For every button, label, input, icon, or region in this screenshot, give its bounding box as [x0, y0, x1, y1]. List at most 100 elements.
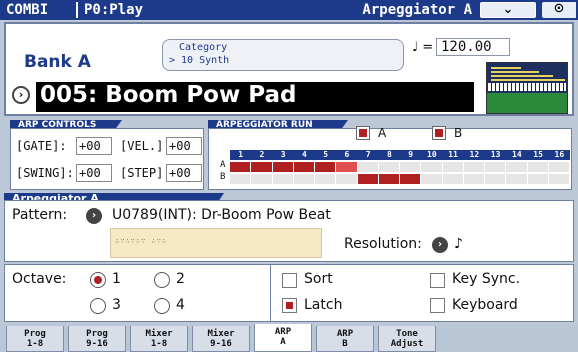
arp-b-step-cell [421, 174, 443, 184]
tab-mixer-1-8[interactable]: Mixer 1-8 [130, 326, 188, 352]
octave-3-radio[interactable] [90, 298, 106, 314]
vel-field[interactable]: +00 [166, 137, 202, 155]
arp-a-step-cell [336, 162, 358, 172]
keyboard-label: Keyboard [452, 297, 518, 313]
step-number: 7 [365, 150, 371, 159]
step-number: 15 [533, 150, 543, 159]
step-number: 6 [344, 150, 350, 159]
program-header: Bank A Category > 10 Synth ♩ = 120.00 › … [4, 22, 574, 116]
latch-checkbox[interactable] [282, 298, 297, 313]
step-number: 9 [408, 150, 414, 159]
step-number: 12 [469, 150, 480, 159]
resolution-value[interactable]: ♪ [454, 236, 463, 252]
tab-label: Mixer [145, 329, 173, 339]
tab-sublabel: A [280, 337, 286, 347]
arp-a-step-cell [272, 162, 294, 172]
tab-label: Prog [24, 329, 46, 339]
step-number: 10 [427, 150, 437, 159]
gate-field[interactable]: +00 [76, 137, 112, 155]
arp-b-step-cell [443, 174, 464, 184]
step-number: 1 [238, 150, 244, 159]
arp-a-step-cell [549, 162, 570, 172]
arrow-right-icon[interactable]: › [432, 237, 448, 253]
tab-tone-adjust[interactable]: Tone Adjust [378, 326, 436, 352]
step-label: [STEP]: [120, 166, 171, 180]
arp-a-run-label: A [378, 126, 387, 140]
pattern-label: Pattern: [12, 207, 68, 223]
row-a-label: A [220, 160, 226, 170]
tab-label: Tone [396, 329, 418, 339]
octave-1-radio[interactable] [90, 272, 106, 288]
octave-2-label: 2 [176, 271, 185, 287]
octave-4-label: 4 [176, 297, 185, 313]
arp-b-step-cell [251, 174, 273, 184]
resolution-label: Resolution: [344, 236, 422, 252]
bank-label[interactable]: Bank A [24, 52, 91, 72]
divider [270, 264, 271, 322]
sort-checkbox[interactable] [282, 273, 297, 288]
tab-mixer-9-16[interactable]: Mixer 9-16 [192, 326, 250, 352]
velocity-zone [487, 93, 567, 113]
program-name[interactable]: 005: Boom Pow Pad [40, 82, 296, 108]
step-number: 13 [490, 150, 501, 159]
tab-arp-a[interactable]: ARP A [254, 324, 312, 352]
arp-a-step-cell [400, 162, 422, 172]
tempo-field[interactable]: 120.00 [436, 38, 510, 56]
arp-a-step-cell [421, 162, 443, 172]
key-sync-checkbox[interactable] [430, 273, 445, 288]
octave-3-label: 3 [112, 297, 121, 313]
arp-b-step-cell [485, 174, 507, 184]
arp-a-step-cell [528, 162, 549, 172]
arp-b-step-cell [506, 174, 528, 184]
zone-bar [491, 79, 565, 81]
octave-2-radio[interactable] [154, 272, 170, 288]
step-field[interactable]: +00 [166, 164, 202, 182]
page-menu-button[interactable]: ⌄ [480, 2, 536, 18]
mode-label: COMBI [6, 2, 49, 18]
pattern-value[interactable]: U0789(INT): Dr-Boom Pow Beat [112, 207, 331, 223]
arrow-right-icon[interactable]: › [12, 86, 30, 104]
sort-label: Sort [304, 271, 333, 287]
chevron-down-icon: ⌄ [502, 2, 514, 17]
page-label: P0:Play [84, 2, 144, 18]
arp-b-step-cell [336, 174, 358, 184]
arp-b-step-cell [528, 174, 549, 184]
tab-label: Prog [86, 329, 108, 339]
lock-icon: ⊙ [553, 1, 565, 16]
lock-button[interactable]: ⊙ [542, 2, 576, 18]
octave-4-radio[interactable] [154, 298, 170, 314]
arp-a-step-cell [485, 162, 507, 172]
keyboard-checkbox[interactable] [430, 298, 445, 313]
arp-a-step-cell [315, 162, 337, 172]
arp-a-step-cell [379, 162, 400, 172]
tab-sublabel: 1-8 [26, 339, 44, 349]
tab-prog-9-16[interactable]: Prog 9-16 [68, 326, 126, 352]
arp-a-step-cell [293, 162, 315, 172]
arp-b-run-checkbox[interactable] [432, 126, 446, 140]
divider [76, 2, 78, 18]
tempo-symbol: ♩ = [412, 40, 434, 55]
screen: COMBI P0:Play Arpeggiator A ⌄ ⊙ Bank A C… [0, 0, 578, 352]
octave-1-label: 1 [112, 271, 121, 287]
arp-a-step-cell [464, 162, 485, 172]
tab-sublabel: Adjust [390, 339, 424, 349]
arp-b-step-cell [273, 174, 294, 184]
arrow-right-icon[interactable]: › [86, 208, 102, 224]
arp-b-step-cell [464, 174, 485, 184]
arp-a-run-checkbox[interactable] [356, 126, 370, 140]
pattern-dots: ∴∵∴∵∴∵ ∴∵∴ [115, 237, 168, 245]
tab-prog-1-8[interactable]: Prog 1-8 [6, 326, 64, 352]
arp-b-step-row [230, 174, 570, 184]
category-selector[interactable]: Category > 10 Synth [162, 39, 404, 71]
step-number: 4 [301, 150, 307, 159]
gate-label: [GATE]: [16, 139, 67, 153]
keys [488, 83, 566, 91]
arp-b-step-cell [378, 174, 400, 184]
swing-field[interactable]: +00 [76, 164, 112, 182]
zone-bar [491, 71, 539, 73]
tab-sublabel: 1-8 [150, 339, 168, 349]
arp-b-step-cell [400, 174, 422, 184]
step-number: 8 [386, 150, 392, 159]
arp-b-step-cell [230, 174, 252, 184]
tab-arp-b[interactable]: ARP B [316, 326, 374, 352]
